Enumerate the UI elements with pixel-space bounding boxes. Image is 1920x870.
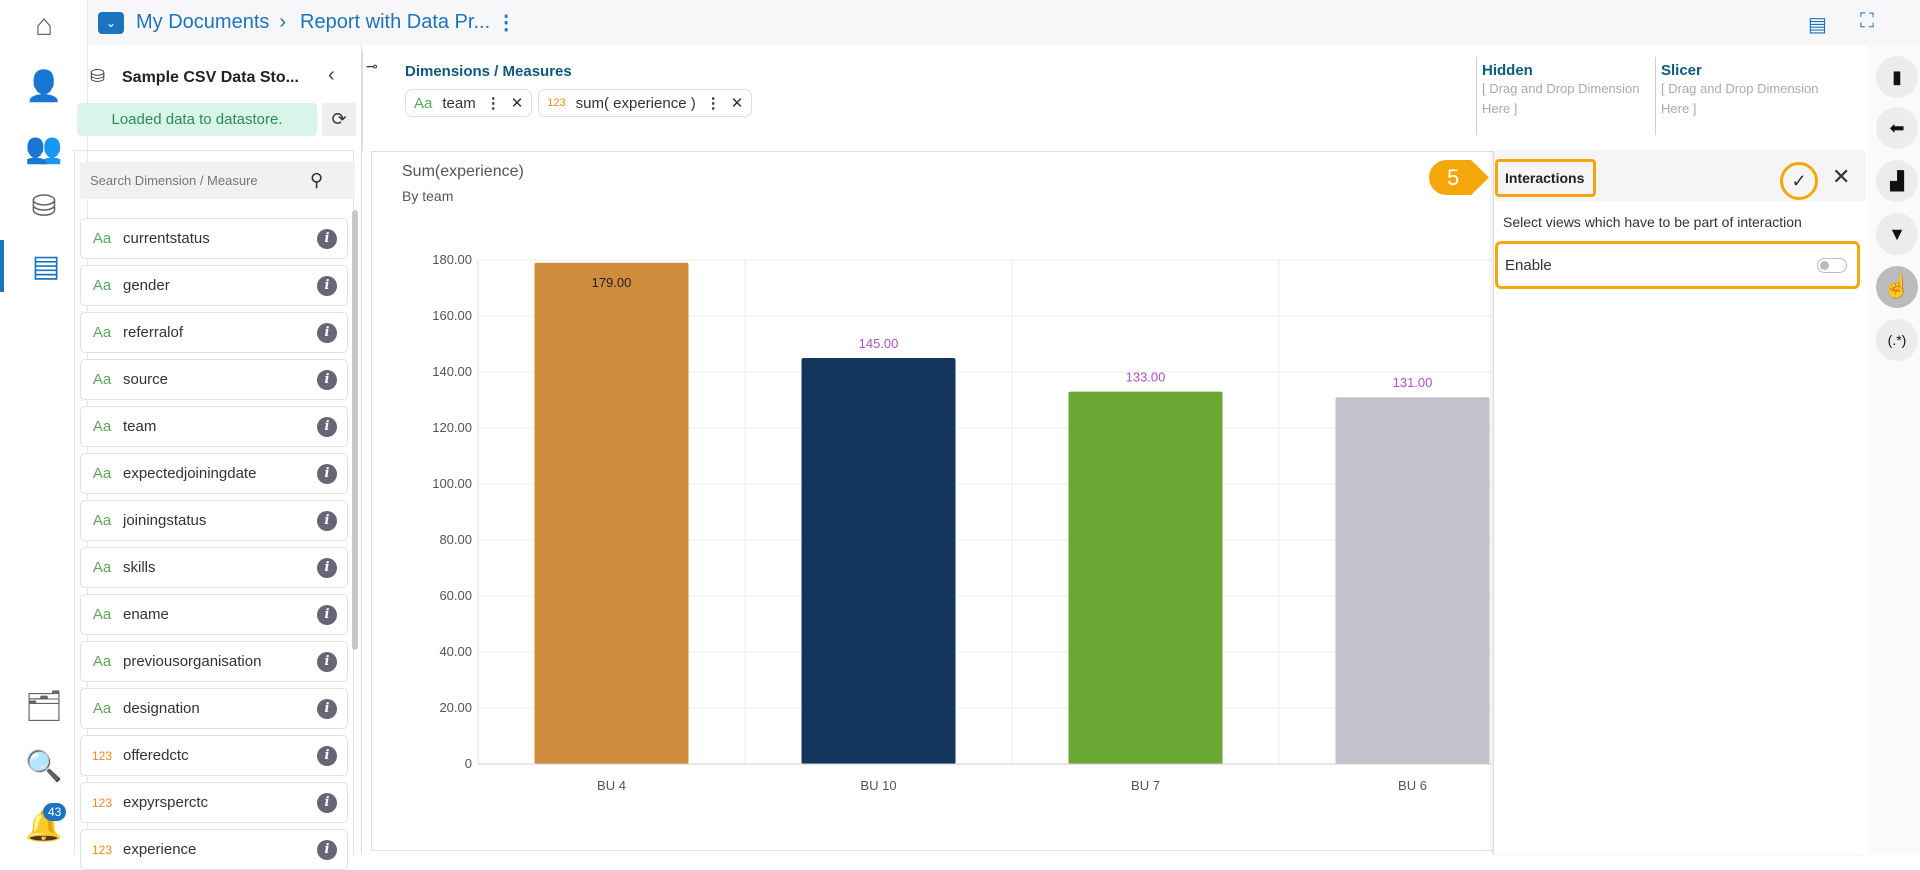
slicer-drop-zone[interactable]: Slicer [ Drag and Drop Dimension Here ] — [1661, 62, 1836, 119]
divider — [1655, 57, 1656, 135]
bar-chart: 0 20.00 40.00 60.00 80.00 100.00 120.00 140.00 1… — [432, 252, 1492, 793]
bar-value-label: 145.00 — [859, 336, 899, 351]
x-tick-label: BU 7 — [1131, 778, 1160, 793]
y-tick-label: 40.00 — [439, 644, 472, 659]
interactions-description: Select views which have to be part of in… — [1503, 214, 1802, 230]
x-tick-label: BU 4 — [597, 778, 626, 793]
bar-value-label: 133.00 — [1126, 370, 1166, 385]
y-tick-label: 80.00 — [439, 532, 472, 547]
y-tick-label: 0 — [465, 756, 472, 771]
enable-label: Enable — [1505, 256, 1552, 274]
bar-chart-icon[interactable]: ▟ — [1876, 160, 1918, 202]
back-arrow-icon[interactable]: ⬅ — [1876, 107, 1918, 149]
bar — [1068, 391, 1223, 764]
y-tick-label: 180.00 — [432, 252, 472, 267]
enable-row: Enable — [1495, 241, 1860, 289]
y-tick-label: 20.00 — [439, 700, 472, 715]
x-tick-label: BU 10 — [860, 778, 896, 793]
y-tick-label: 140.00 — [432, 364, 472, 379]
confirm-check-button[interactable]: ✓ — [1780, 162, 1818, 200]
bar — [534, 262, 689, 764]
interactions-title: Interactions — [1495, 159, 1596, 197]
hidden-placeholder: [ Drag and Drop Dimension Here ] — [1482, 81, 1640, 116]
filter-icon[interactable]: ▼ — [1876, 213, 1918, 255]
bar — [1335, 397, 1490, 764]
enable-toggle[interactable] — [1817, 257, 1847, 273]
bar — [801, 358, 956, 764]
interaction-pointer-icon[interactable]: ☝ — [1876, 266, 1918, 308]
comment-icon[interactable]: ▤ — [1808, 12, 1827, 37]
y-tick-label: 120.00 — [432, 420, 472, 435]
sd-card-icon[interactable]: ▮ — [1876, 56, 1918, 98]
slicer-title: Slicer — [1661, 62, 1702, 79]
hidden-drop-zone[interactable]: Hidden [ Drag and Drop Dimension Here ] — [1482, 62, 1652, 119]
regex-icon[interactable]: (.*) — [1876, 319, 1918, 361]
fullscreen-icon[interactable]: ⛶ — [1860, 10, 1874, 33]
bar-value-label: 131.00 — [1393, 375, 1433, 390]
y-tick-label: 160.00 — [432, 308, 472, 323]
close-icon[interactable]: ✕ — [1832, 164, 1850, 190]
slicer-placeholder: [ Drag and Drop Dimension Here ] — [1661, 81, 1819, 116]
x-tick-label: BU 6 — [1398, 778, 1427, 793]
bar-value-label: 179.00 — [592, 275, 632, 290]
hidden-title: Hidden — [1482, 62, 1533, 79]
y-tick-label: 60.00 — [439, 588, 472, 603]
y-tick-label: 100.00 — [432, 476, 472, 491]
